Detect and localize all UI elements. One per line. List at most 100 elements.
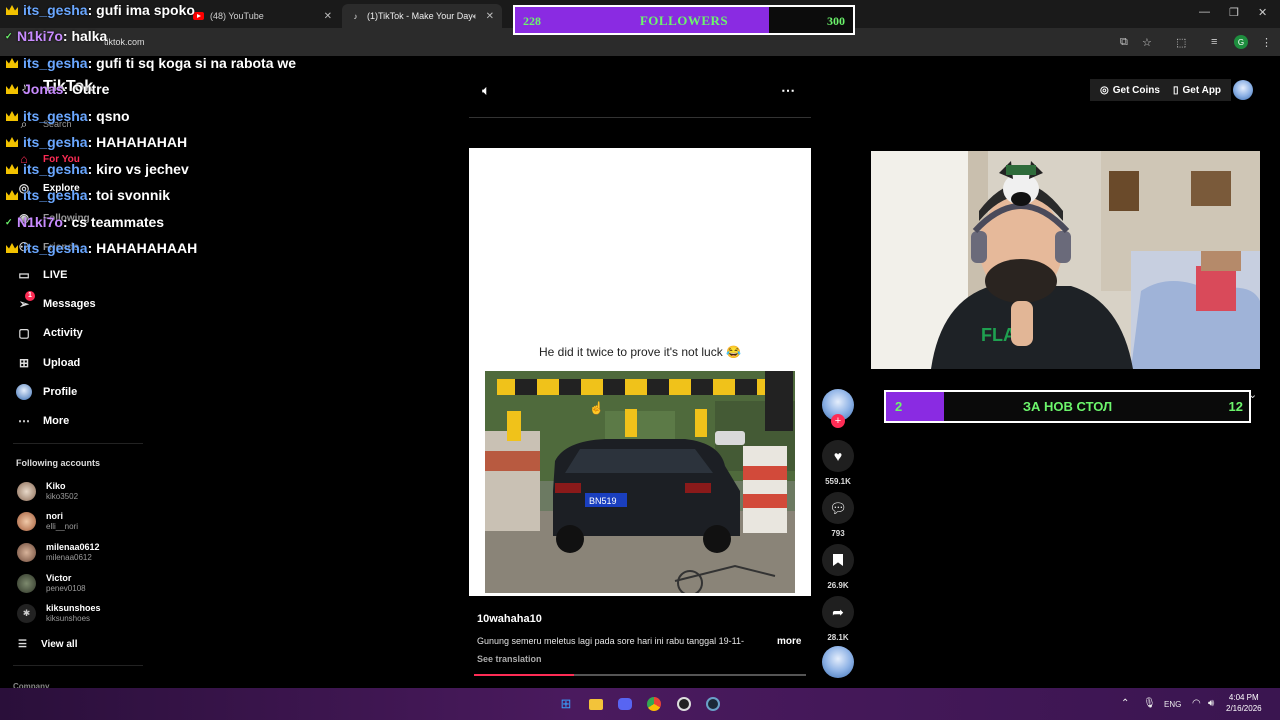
avatar xyxy=(17,543,36,562)
close-window-icon[interactable]: ✕ xyxy=(1258,6,1267,19)
windows-start-icon[interactable]: ⊞ xyxy=(557,695,575,713)
tray-overflow-icon[interactable]: ⌃ xyxy=(1121,698,1129,709)
clock[interactable]: 4:04 PM 2/16/2026 xyxy=(1226,692,1262,714)
user-avatar[interactable] xyxy=(1233,80,1253,100)
minimize-icon[interactable]: — xyxy=(1199,6,1210,18)
close-tab-icon[interactable]: ✕ xyxy=(324,11,332,22)
tab-tiktok[interactable]: ♪ (1)TikTok - Make Your Day 🔈︎ ✕ xyxy=(342,4,502,28)
close-tab-icon[interactable]: ✕ xyxy=(486,11,494,22)
install-app-icon[interactable]: ⧉ xyxy=(1120,36,1128,49)
video-options-icon[interactable]: ⋯ xyxy=(781,82,795,99)
crown-badge-icon xyxy=(5,111,19,121)
donation-goal-bar: 2 ЗА НОВ СТОЛ 12 xyxy=(884,390,1251,423)
like-count: 559.1K xyxy=(825,477,851,486)
star-icon[interactable]: ☆ xyxy=(1142,36,1152,49)
follow-plus-icon[interactable]: + xyxy=(831,414,845,428)
get-app-button[interactable]: ▯ Get App xyxy=(1163,79,1232,101)
avatar xyxy=(17,574,36,593)
followers-label: FOLLOWERS xyxy=(639,13,729,28)
tab-title: (1)TikTok - Make Your Day xyxy=(367,11,473,21)
crown-badge-icon xyxy=(5,5,19,15)
video-progress-fill xyxy=(474,674,574,676)
avatar xyxy=(17,512,36,531)
heart-icon: ♥ xyxy=(833,448,843,464)
nav-live[interactable]: ▭ LIVE xyxy=(16,267,67,283)
music-disc-icon[interactable] xyxy=(822,646,854,678)
comment-count: 793 xyxy=(831,529,845,538)
steam-icon[interactable] xyxy=(704,695,722,713)
maximize-icon[interactable]: ❐ xyxy=(1229,6,1239,19)
nav-messages[interactable]: ➢ 1 Messages xyxy=(16,291,96,312)
crown-badge-icon xyxy=(5,58,19,68)
volume-icon[interactable]: 🔈︎ xyxy=(482,82,490,99)
like-button[interactable]: ♥ xyxy=(822,440,854,472)
avatar: ✱ xyxy=(17,604,36,623)
chat-message: its_gesha : gufi ti sq koga si na rabota… xyxy=(5,55,296,71)
webcam-feed: FLAI xyxy=(871,151,1260,369)
list-icon: ☰ xyxy=(18,639,27,650)
save-button[interactable] xyxy=(822,544,854,576)
see-translation-link[interactable]: See translation xyxy=(477,654,542,664)
account-item[interactable]: Victor penev0108 xyxy=(17,573,86,594)
discord-icon[interactable] xyxy=(616,695,634,713)
file-explorer-icon[interactable] xyxy=(587,695,605,713)
account-item[interactable]: nori elli__nori xyxy=(17,511,78,532)
nav-upload[interactable]: ⊞ Upload xyxy=(16,355,80,371)
video-caption: He did it twice to prove it's not luck 😂 xyxy=(539,345,741,359)
divider xyxy=(13,665,143,666)
save-count: 26.9K xyxy=(827,581,849,590)
followers-target: 300 xyxy=(827,14,845,28)
tiktok-icon: ♪ xyxy=(353,11,358,21)
more-button[interactable]: more xyxy=(777,636,801,647)
media-control-icon[interactable]: ≡ xyxy=(1211,36,1217,48)
nav-more[interactable]: ⋯ More xyxy=(16,413,69,429)
followers-goal-bar: 228 FOLLOWERS 300 xyxy=(513,5,855,35)
chat-message: its_gesha : HAHAHAHAH xyxy=(5,134,187,150)
video-frame: BN519 xyxy=(485,371,795,593)
phone-icon: ▯ xyxy=(1173,84,1179,96)
browser-profile-avatar[interactable]: G xyxy=(1234,35,1248,49)
activity-icon: ▢ xyxy=(18,326,30,340)
nav-profile[interactable]: Profile xyxy=(16,384,77,400)
speaker-icon[interactable]: 🔊︎ xyxy=(1208,698,1214,709)
check-badge-icon: ✓ xyxy=(5,30,13,41)
comment-icon: 💬︎ xyxy=(829,499,847,516)
chat-message: its_gesha : toi svonnik xyxy=(5,187,170,203)
share-button[interactable]: ➦ xyxy=(822,596,854,628)
video-progress-bar[interactable] xyxy=(474,674,806,676)
get-coins-button[interactable]: ◎ Get Coins xyxy=(1090,79,1170,101)
windows-taskbar xyxy=(0,688,1280,720)
account-item[interactable]: Kiko kiko3502 xyxy=(17,481,78,502)
chrome-icon[interactable] xyxy=(645,695,663,713)
microphone-icon[interactable]: 🎙︎ xyxy=(1143,698,1156,709)
crown-badge-icon xyxy=(5,243,19,253)
bookmark-icon xyxy=(833,554,843,566)
url-field[interactable]: tiktok.com xyxy=(104,37,145,47)
chevron-down-icon[interactable]: ⌄ xyxy=(1248,388,1257,401)
avatar xyxy=(17,482,36,501)
share-count: 28.1K xyxy=(827,633,849,642)
wifi-icon[interactable]: ◠ xyxy=(1192,698,1201,709)
upload-icon: ⊞ xyxy=(18,356,30,370)
tab-audio-icon[interactable]: 🔈︎ xyxy=(473,11,478,22)
chat-message: its_gesha : gufi ima spoko xyxy=(5,2,195,18)
obs-icon[interactable] xyxy=(675,695,693,713)
account-item[interactable]: milenaa0612 milenaa0612 xyxy=(17,542,100,563)
nav-activity[interactable]: ▢ Activity xyxy=(16,325,82,341)
share-icon: ➦ xyxy=(832,603,844,620)
crown-badge-icon xyxy=(5,164,19,174)
account-item[interactable]: ✱ kiksunshoes kiksunshoes xyxy=(17,603,101,624)
browser-menu-icon[interactable]: ⋮ xyxy=(1261,36,1272,49)
view-all-link[interactable]: ☰ View all xyxy=(18,639,77,650)
language-indicator[interactable]: ENG xyxy=(1164,700,1181,709)
video-author[interactable]: 10wahaha10 xyxy=(477,613,542,625)
comment-button[interactable]: 💬︎ xyxy=(822,492,854,524)
donation-label: ЗА НОВ СТОЛ xyxy=(1022,399,1113,414)
donation-target: 12 xyxy=(1228,399,1243,414)
extensions-icon[interactable]: ⬚ xyxy=(1176,36,1186,49)
send-icon: ➢ 1 xyxy=(16,291,35,312)
more-icon: ⋯ xyxy=(18,414,30,428)
crown-badge-icon xyxy=(5,137,19,147)
license-plate: BN519 xyxy=(589,496,617,506)
tab-youtube[interactable]: (48) YouTube ✕ xyxy=(185,4,340,28)
